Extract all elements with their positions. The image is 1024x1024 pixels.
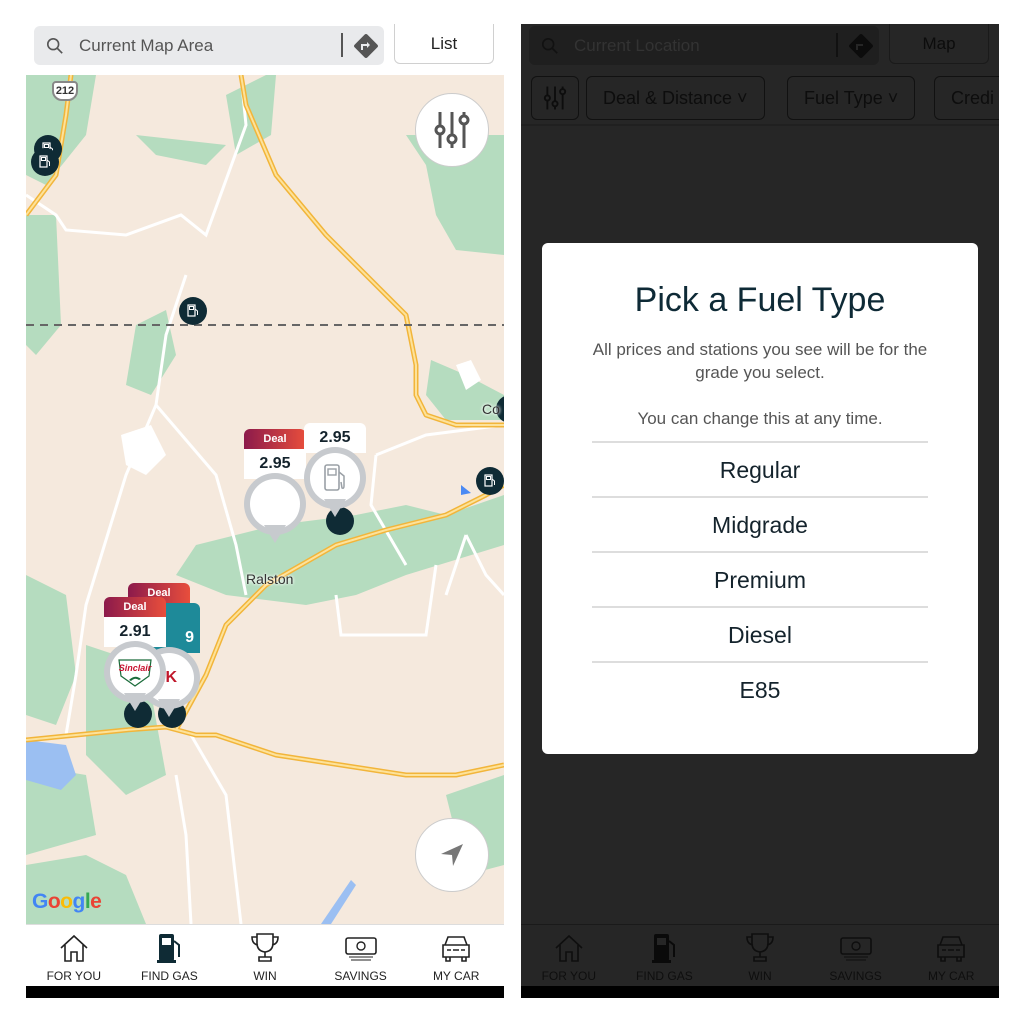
place-label: Ralston (246, 571, 294, 587)
google-attribution: Google (32, 890, 102, 913)
my-location-button[interactable] (415, 818, 489, 892)
nav-label: FIND GAS (636, 969, 693, 983)
bottom-nav: FOR YOU FIND GAS WIN SAVINGS MY CAR (26, 924, 504, 986)
deal-distance-filter[interactable]: Deal & Distance ˅ (586, 76, 765, 120)
car-icon (442, 936, 470, 962)
trophy-icon (746, 933, 774, 962)
nav-item-win[interactable]: WIN (712, 925, 808, 986)
map-screen: Current Map Area List 212 Ralston Co Dea… (26, 24, 504, 998)
fuel-option-regular[interactable]: Regular (592, 443, 928, 498)
list-screen-with-modal: Current Location Map Deal & Distance ˅ F… (521, 24, 999, 998)
station-logo-bubble (304, 447, 366, 517)
dialog-note: You can change this at any time. (637, 409, 883, 428)
credit-filter[interactable]: Credi (934, 76, 999, 120)
nav-item-win[interactable]: WIN (217, 925, 313, 986)
map-view[interactable]: 212 Ralston Co Deal 9 IK Deal 2.91 Sincl… (26, 75, 504, 924)
station-pin[interactable] (476, 467, 504, 495)
gas-pump-icon (652, 934, 676, 963)
nav-label: MY CAR (927, 969, 975, 983)
top-bar: Current Map Area List (26, 24, 504, 74)
gas-pump-icon (39, 155, 50, 168)
station-logo-bubble: Sinclair (104, 641, 166, 711)
dialog-description: All prices and stations you see will be … (592, 340, 928, 382)
nav-label: SAVINGS (334, 969, 387, 983)
search-placeholder: Current Map Area (79, 36, 214, 55)
fuel-option-midgrade[interactable]: Midgrade (592, 498, 928, 553)
gas-pump-icon (484, 474, 495, 487)
search-input[interactable]: Current Location (529, 26, 879, 65)
fuel-type-filter[interactable]: Fuel Type ˅ (787, 76, 916, 120)
nav-label: WIN (253, 969, 277, 983)
top-bar: Current Location Map (521, 24, 999, 74)
price-marker[interactable]: Deal 2.95 (244, 429, 306, 543)
nav-item-savings[interactable]: SAVINGS (808, 925, 904, 986)
nav-label: MY CAR (432, 969, 480, 983)
station-pin[interactable] (179, 297, 207, 325)
station-logo-bubble (244, 473, 306, 543)
search-divider (836, 33, 838, 57)
nav-item-for-you[interactable]: FOR YOU (26, 925, 122, 986)
gas-pump-icon (324, 464, 345, 491)
nav-label: FOR YOU (46, 969, 102, 983)
search-placeholder: Current Location (574, 36, 700, 55)
nav-label: FIND GAS (141, 969, 198, 983)
deal-badge: Deal (104, 597, 166, 617)
gas-pump-icon (187, 304, 198, 317)
nav-item-my-car[interactable]: MY CAR (903, 925, 999, 986)
station-pin[interactable] (31, 148, 59, 176)
system-nav-bar (26, 986, 504, 998)
highway-shield: 212 (52, 81, 78, 101)
map-view-button[interactable]: Map (889, 24, 989, 64)
search-icon (46, 37, 63, 54)
fuel-options-list: Regular Midgrade Premium Diesel E85 (592, 441, 928, 718)
bottom-nav: FOR YOU FIND GAS WIN SAVINGS MY CAR (521, 924, 999, 986)
search-icon (541, 37, 558, 54)
sinclair-logo: Sinclair (118, 659, 152, 687)
navigation-arrow-icon (441, 844, 463, 866)
sliders-icon (434, 112, 470, 148)
place-label: Co (482, 401, 500, 417)
filter-bar: Deal & Distance ˅ Fuel Type ˅ Credi (521, 76, 999, 126)
nav-label: WIN (748, 969, 772, 983)
nav-item-savings[interactable]: SAVINGS (313, 925, 409, 986)
trophy-icon (251, 933, 279, 962)
deal-badge: Deal (244, 429, 306, 449)
filter-button[interactable] (415, 93, 489, 167)
nav-label: SAVINGS (829, 969, 882, 983)
nav-item-find-gas[interactable]: FIND GAS (122, 925, 218, 986)
filter-settings-button[interactable] (531, 76, 579, 120)
directions-icon[interactable] (847, 32, 875, 60)
svg-text:Sinclair: Sinclair (119, 663, 152, 673)
fuel-type-dialog: Pick a Fuel Type All prices and stations… (542, 243, 978, 754)
gas-pump-icon (157, 934, 181, 963)
price-marker[interactable]: 2.95 (304, 423, 366, 517)
sliders-icon (543, 86, 567, 110)
search-input[interactable]: Current Map Area (34, 26, 384, 65)
money-icon (839, 937, 872, 961)
list-view-button[interactable]: List (394, 24, 494, 64)
directions-icon[interactable] (352, 32, 380, 60)
dialog-title: Pick a Fuel Type (634, 281, 886, 319)
nav-item-my-car[interactable]: MY CAR (408, 925, 504, 986)
home-icon (555, 934, 583, 962)
nav-item-find-gas[interactable]: FIND GAS (617, 925, 713, 986)
fuel-option-e85[interactable]: E85 (592, 663, 928, 718)
fuel-option-diesel[interactable]: Diesel (592, 608, 928, 663)
home-icon (60, 934, 88, 962)
price-marker[interactable]: Deal 2.91 Sinclair (104, 597, 166, 711)
money-icon (344, 937, 377, 961)
fuel-option-premium[interactable]: Premium (592, 553, 928, 608)
nav-item-for-you[interactable]: FOR YOU (521, 925, 617, 986)
nav-label: FOR YOU (541, 969, 597, 983)
car-icon (937, 936, 965, 962)
system-nav-bar (521, 986, 999, 998)
search-divider (341, 33, 343, 57)
